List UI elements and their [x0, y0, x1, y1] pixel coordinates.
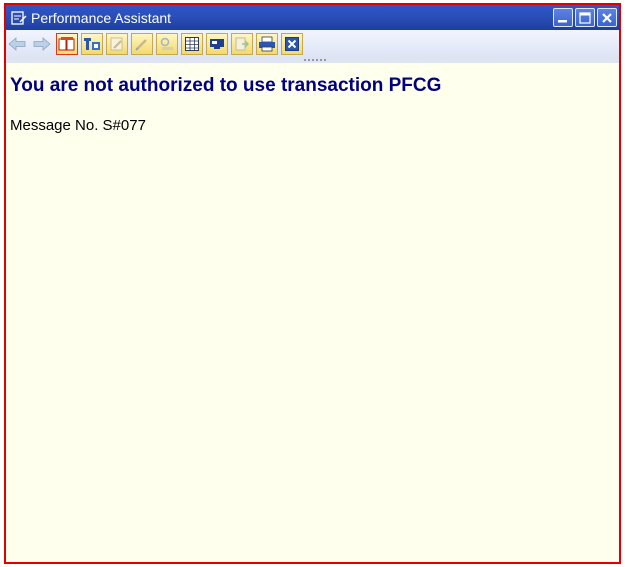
window-controls	[553, 8, 617, 27]
back-button[interactable]	[6, 33, 28, 55]
close-icon	[602, 12, 612, 23]
minimize-icon	[558, 19, 567, 22]
export-icon	[235, 37, 250, 50]
print-button[interactable]	[256, 32, 278, 55]
edit-pen-icon	[135, 38, 147, 51]
edit-button[interactable]	[106, 32, 128, 55]
technical-info-icon	[84, 37, 100, 50]
find-button[interactable]	[156, 32, 178, 55]
message-number: Message No. S#077	[10, 117, 146, 134]
message-heading: You are not authorized to use transactio…	[10, 75, 442, 96]
splitter-grip[interactable]	[303, 58, 327, 62]
title-bar[interactable]: Performance Assistant	[6, 5, 619, 30]
toolbar	[6, 30, 619, 57]
splitter-bar[interactable]	[6, 57, 619, 63]
screen-icon	[210, 38, 224, 49]
window-title: Performance Assistant	[31, 9, 172, 26]
maximize-icon	[579, 11, 591, 24]
screen-button[interactable]	[206, 32, 228, 55]
find-icon	[160, 37, 173, 50]
maximize-button[interactable]	[575, 8, 595, 27]
edit-icon	[110, 37, 123, 50]
table-button[interactable]	[181, 32, 203, 55]
message-content: You are not authorized to use transactio…	[10, 75, 615, 134]
close-window-button[interactable]	[281, 32, 303, 55]
close-button[interactable]	[597, 8, 617, 27]
export-button[interactable]	[231, 32, 253, 55]
print-icon	[259, 36, 275, 51]
document-link-icon	[58, 36, 75, 50]
window-app-icon	[10, 9, 28, 27]
forward-arrow-icon	[33, 36, 51, 51]
technical-info-button[interactable]	[81, 32, 103, 55]
table-icon	[185, 36, 199, 51]
minimize-button[interactable]	[553, 8, 573, 27]
window-frame: Performance Assistant You are not author…	[4, 3, 621, 564]
close-window-icon	[285, 36, 299, 51]
forward-button[interactable]	[31, 33, 53, 55]
performance-assistant-window: Performance Assistant You are not author…	[0, 0, 625, 567]
back-arrow-icon	[8, 36, 26, 51]
edit-pen-button[interactable]	[131, 32, 153, 55]
document-link-button[interactable]	[56, 32, 78, 55]
